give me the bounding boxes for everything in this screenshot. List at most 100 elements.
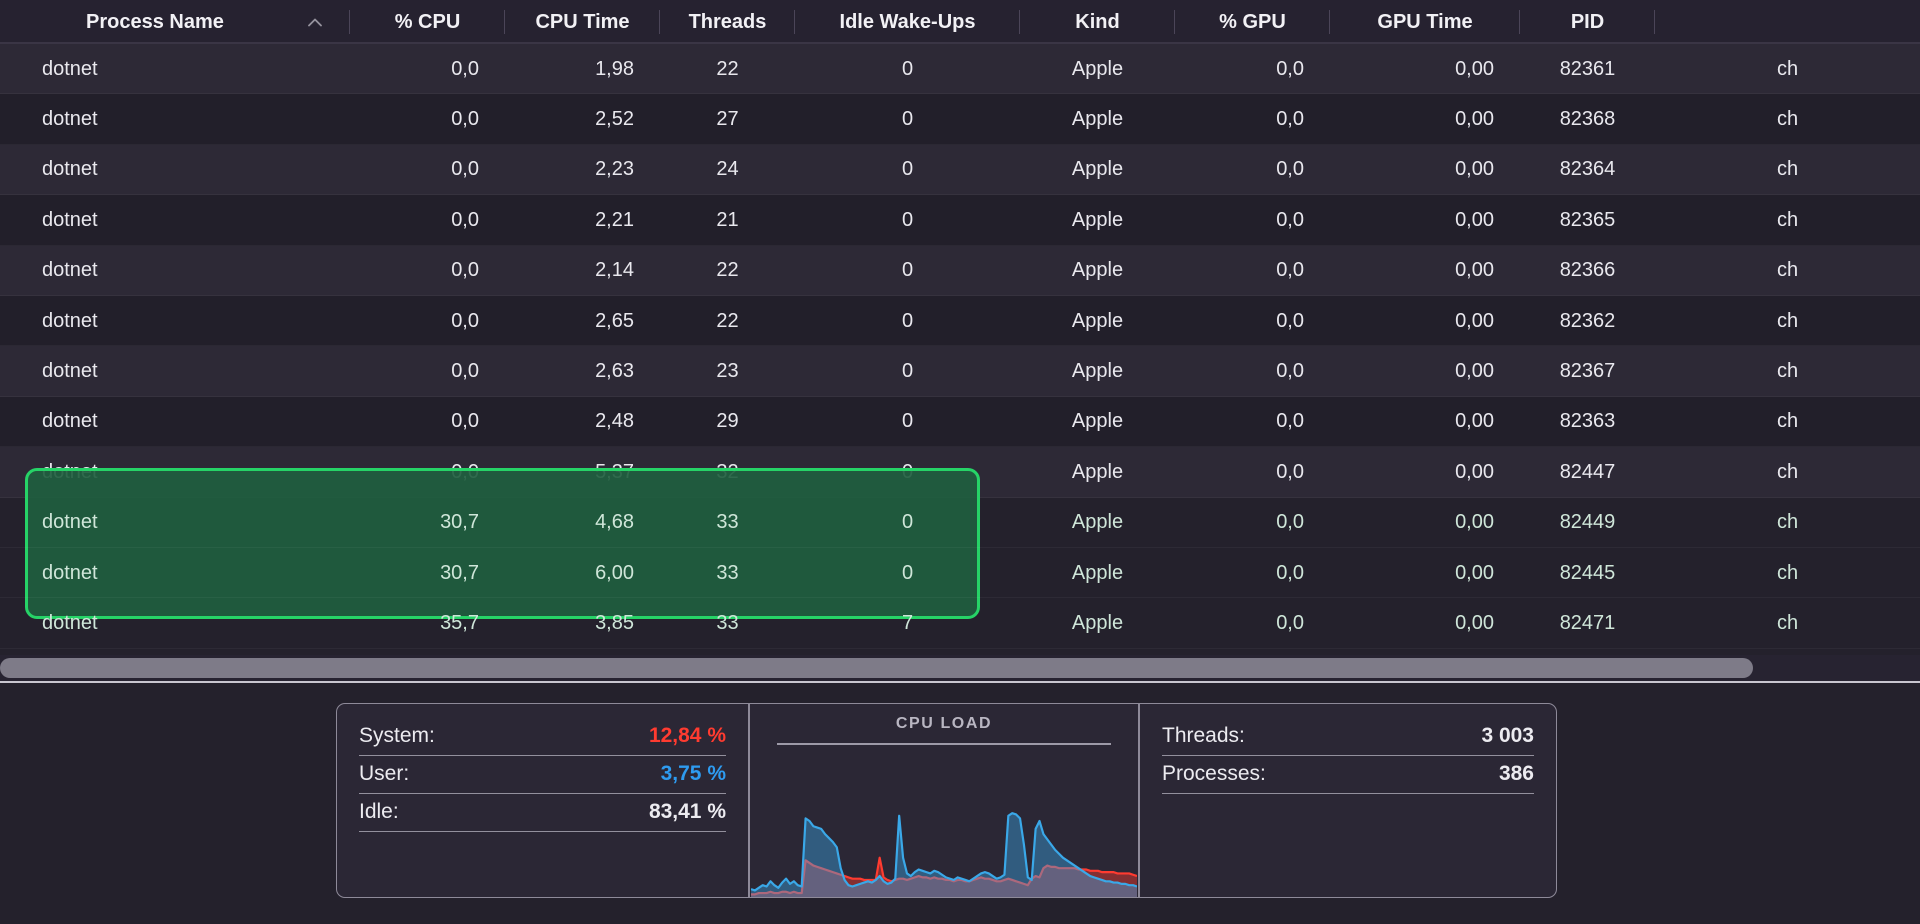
cell-cpu_time: 3,85 [505, 598, 660, 648]
cell-pid: 82362 [1520, 296, 1655, 346]
column-header-user[interactable] [1655, 0, 1920, 44]
cell-kind: Apple [1020, 195, 1175, 245]
cell-process_name: dotnet [0, 397, 350, 447]
stat-label: Threads: [1162, 724, 1245, 748]
table-row[interactable]: dotnet0,02,52270Apple0,00,0082368ch [0, 94, 1920, 144]
cell-gpu_time: 0,00 [1330, 598, 1520, 648]
cell-pid: 82361 [1520, 44, 1655, 94]
table-header-row: Process Name % CPU CPU Time Threads Idle Wak… [0, 0, 1920, 44]
cell-cpu_pct: 0,0 [350, 296, 505, 346]
cell-threads: 33 [660, 548, 795, 598]
cell-gpu_pct: 0,0 [1175, 346, 1330, 396]
stat-value: 12,84 % [649, 724, 726, 748]
cell-cpu_pct: 0,0 [350, 246, 505, 296]
cell-process_name: dotnet [0, 246, 350, 296]
column-header-label: % CPU [395, 11, 461, 34]
cpu-usage-panel: System:12,84 %User:3,75 %Idle:83,41 % [336, 703, 749, 898]
table-row[interactable]: dotnet0,02,48290Apple0,00,0082363ch [0, 397, 1920, 447]
table-row[interactable]: dotnet0,05,37320Apple0,00,0082447ch [0, 447, 1920, 497]
cell-idle_wakeups: 0 [795, 195, 1020, 245]
cell-cpu_pct: 0,0 [350, 145, 505, 195]
table-row[interactable]: dotnet30,74,68330Apple0,00,0082449ch [0, 498, 1920, 548]
column-header-process_name[interactable]: Process Name [0, 0, 350, 44]
column-header-cpu_time[interactable]: CPU Time [505, 0, 660, 44]
cell-user: ch [1655, 397, 1920, 447]
cell-process_name: dotnet [0, 145, 350, 195]
cell-process_name: dotnet [0, 195, 350, 245]
cell-user: ch [1655, 195, 1920, 245]
horizontal-scrollbar-thumb[interactable] [0, 658, 1753, 678]
cell-threads: 23 [660, 346, 795, 396]
table-row[interactable]: dotnet0,02,14220Apple0,00,0082366ch [0, 246, 1920, 296]
cpu-stat-list: System:12,84 %User:3,75 %Idle:83,41 % [337, 704, 748, 832]
chevron-up-icon [308, 18, 322, 27]
horizontal-scrollbar-track[interactable] [0, 655, 1920, 683]
column-header-label: % GPU [1219, 11, 1286, 34]
table-row[interactable]: dotnet0,02,63230Apple0,00,0082367ch [0, 346, 1920, 396]
cell-gpu_pct: 0,0 [1175, 145, 1330, 195]
cell-cpu_time: 2,21 [505, 195, 660, 245]
stat-label: Processes: [1162, 762, 1266, 786]
cell-threads: 32 [660, 447, 795, 497]
cell-process_name: dotnet [0, 44, 350, 94]
column-header-gpu_time[interactable]: GPU Time [1330, 0, 1520, 44]
cell-kind: Apple [1020, 498, 1175, 548]
column-header-cpu_pct[interactable]: % CPU [350, 0, 505, 44]
column-header-gpu_pct[interactable]: % GPU [1175, 0, 1330, 44]
cell-pid: 82445 [1520, 548, 1655, 598]
cell-cpu_pct: 0,0 [350, 447, 505, 497]
cell-threads: 22 [660, 246, 795, 296]
column-header-label: Kind [1075, 11, 1119, 34]
cell-gpu_time: 0,00 [1330, 94, 1520, 144]
cell-cpu_time: 6,00 [505, 548, 660, 598]
cell-cpu_pct: 35,7 [350, 598, 505, 648]
graph-divider-rule [777, 743, 1111, 745]
cell-idle_wakeups: 0 [795, 44, 1020, 94]
cell-kind: Apple [1020, 94, 1175, 144]
stat-value: 3,75 % [661, 762, 726, 786]
cell-user: ch [1655, 447, 1920, 497]
stat-value: 386 [1499, 762, 1534, 786]
column-header-label: GPU Time [1377, 11, 1472, 34]
activity-monitor-window: Process Name % CPU CPU Time Threads Idle Wak… [0, 0, 1920, 924]
series-user [751, 813, 1137, 897]
column-header-kind[interactable]: Kind [1020, 0, 1175, 44]
table-row[interactable]: dotnet0,02,21210Apple0,00,0082365ch [0, 195, 1920, 245]
stat-label: Idle: [359, 800, 399, 824]
cpu-load-svg [751, 766, 1137, 897]
cell-user: ch [1655, 498, 1920, 548]
stat-label: System: [359, 724, 435, 748]
cell-cpu_time: 2,52 [505, 94, 660, 144]
cell-process_name: dotnet [0, 498, 350, 548]
cell-gpu_pct: 0,0 [1175, 397, 1330, 447]
cell-gpu_pct: 0,0 [1175, 296, 1330, 346]
cell-cpu_pct: 0,0 [350, 195, 505, 245]
cell-gpu_pct: 0,0 [1175, 447, 1330, 497]
cell-gpu_time: 0,00 [1330, 447, 1520, 497]
cell-cpu_time: 2,14 [505, 246, 660, 296]
cell-process_name: dotnet [0, 346, 350, 396]
cell-process_name: dotnet [0, 548, 350, 598]
column-header-label: Threads [689, 11, 767, 34]
cell-threads: 33 [660, 498, 795, 548]
cell-user: ch [1655, 246, 1920, 296]
cell-gpu_time: 0,00 [1330, 195, 1520, 245]
table-row[interactable]: dotnet30,76,00330Apple0,00,0082445ch [0, 548, 1920, 598]
table-row[interactable]: dotnet0,01,98220Apple0,00,0082361ch [0, 44, 1920, 94]
cell-idle_wakeups: 0 [795, 246, 1020, 296]
table-row[interactable]: dotnet0,02,23240Apple0,00,0082364ch [0, 145, 1920, 195]
column-header-label: CPU Time [535, 11, 629, 34]
cell-gpu_pct: 0,0 [1175, 94, 1330, 144]
table-row[interactable]: dotnet35,73,85337Apple0,00,0082471ch [0, 598, 1920, 648]
cell-cpu_time: 2,23 [505, 145, 660, 195]
table-row[interactable]: dotnet0,02,65220Apple0,00,0082362ch [0, 296, 1920, 346]
system-counts-panel: Threads:3 003 Processes: 386 [1139, 703, 1557, 898]
column-header-threads[interactable]: Threads [660, 0, 795, 44]
column-header-pid[interactable]: PID [1520, 0, 1655, 44]
process-table-body[interactable]: dotnet0,01,98220Apple0,00,0082361chdotne… [0, 44, 1920, 652]
stat-row: Threads:3 003 [1162, 718, 1534, 756]
cell-gpu_pct: 0,0 [1175, 246, 1330, 296]
stat-row: Idle:83,41 % [359, 794, 726, 832]
column-header-idle_wakeups[interactable]: Idle Wake-Ups [795, 0, 1020, 44]
cell-cpu_time: 4,68 [505, 498, 660, 548]
